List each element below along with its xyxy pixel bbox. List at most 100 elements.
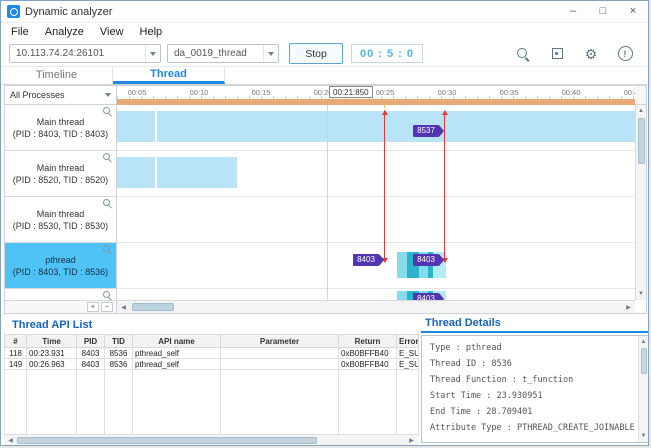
thread-row-label-8520[interactable]: Main thread (PID : 8520, TID : 8520) — [5, 151, 117, 197]
thread-details-content: Type : pthread Thread ID : 8536 Thread F… — [422, 336, 638, 442]
api-table: # Time PID TID API name Parameter Return… — [4, 334, 419, 436]
row-zoom-icon[interactable] — [103, 199, 113, 209]
app-icon — [7, 5, 20, 18]
thread-name: Main thread — [37, 208, 85, 220]
details-vertical-scrollbar[interactable]: ▲ ▼ — [638, 336, 648, 442]
table-row[interactable]: 118 00:23.931 8403 8536 pthread_self 0xB… — [5, 348, 419, 359]
cell-pid: 8403 — [77, 359, 105, 370]
marker-flag-8403-create[interactable]: 8403 — [353, 254, 379, 266]
col-pid[interactable]: PID — [77, 335, 105, 348]
scroll-down-icon[interactable]: ▼ — [636, 288, 646, 300]
thread-row-label-8403[interactable]: Main thread (PID : 8403, TID : 8403) — [5, 105, 117, 151]
thread-name: Main thread — [37, 116, 85, 128]
cell-api-name: pthread_self — [133, 348, 221, 359]
thread-activity-bar-8403[interactable] — [117, 111, 635, 142]
activity-gap — [155, 157, 157, 188]
scroll-left-icon[interactable]: ◀ — [117, 301, 130, 313]
cell-api-name: pthread_self — [133, 359, 221, 370]
zoom-out-button[interactable]: − — [101, 302, 113, 312]
minimize-button[interactable]: – — [558, 1, 588, 22]
marker-flag-8403-partial[interactable]: 8403 — [413, 293, 439, 300]
app-select[interactable]: da_0019_thread — [167, 44, 279, 63]
thread-label-column: Main thread (PID : 8403, TID : 8403) Mai… — [5, 105, 117, 300]
thread-ids: (PID : 8520, TID : 8520) — [13, 174, 108, 186]
zoom-in-button[interactable]: + — [87, 302, 99, 312]
ruler-label: 00:35 — [500, 88, 519, 97]
maximize-button[interactable]: □ — [588, 1, 618, 22]
tab-timeline[interactable]: Timeline — [1, 67, 113, 84]
scroll-up-icon[interactable]: ▲ — [636, 105, 646, 117]
process-filter-value: All Processes — [10, 90, 65, 100]
vertical-scroll-thumb[interactable] — [641, 348, 647, 374]
col-parameter[interactable]: Parameter — [221, 335, 339, 348]
current-time-marker[interactable]: 00:21:850 — [329, 86, 373, 98]
about-icon[interactable]: ! — [616, 45, 634, 63]
view-tabs: Timeline Thread — [1, 67, 648, 85]
thread-details-panel: Thread Details Type : pthread Thread ID … — [421, 317, 649, 445]
device-select[interactable]: 10.113.74.24:26101 — [9, 44, 161, 63]
thread-row-label-8536[interactable]: pthread (PID : 8403, TID : 8536) — [5, 243, 117, 289]
col-tid[interactable]: TID — [105, 335, 133, 348]
ruler-label: 00:30 — [438, 88, 457, 97]
thread-row-label-8530[interactable]: Main thread (PID : 8530, TID : 8530) — [5, 197, 117, 243]
timeline-panel: All Processes 00:05 00:10 00:15 00:20 00… — [4, 85, 647, 314]
col-num[interactable]: # — [5, 335, 27, 348]
row-zoom-icon[interactable] — [103, 245, 113, 255]
timeline-chart[interactable]: 8537 8403 8403 8403 — [117, 105, 635, 300]
close-button[interactable]: × — [618, 1, 648, 22]
scroll-left-icon[interactable]: ◀ — [4, 435, 17, 445]
col-error[interactable]: Error — [397, 335, 419, 348]
menu-view[interactable]: View — [92, 26, 132, 38]
horizontal-scroll-thumb[interactable] — [17, 437, 317, 444]
menu-help[interactable]: Help — [132, 26, 171, 38]
thread-ids: (PID : 8530, TID : 8530) — [13, 220, 108, 232]
cell-tid: 8536 — [105, 359, 133, 370]
tab-thread[interactable]: Thread — [113, 67, 225, 84]
row-zoom-icon[interactable] — [103, 291, 113, 300]
thread-activity-bar-8520[interactable] — [117, 157, 237, 188]
timeline-horizontal-scrollbar[interactable]: ◀ ▶ — [117, 300, 635, 313]
cell-tid: 8536 — [105, 348, 133, 359]
thread-create-connector — [384, 111, 385, 262]
marker-flag-8537[interactable]: 8537 — [413, 125, 439, 137]
scroll-up-icon[interactable]: ▲ — [639, 336, 648, 348]
cell-pid: 8403 — [77, 348, 105, 359]
scroll-down-icon[interactable]: ▼ — [639, 430, 648, 442]
cell-num: 118 — [5, 348, 27, 359]
settings-gear-icon[interactable]: ⚙ — [582, 45, 600, 63]
col-return[interactable]: Return — [339, 335, 397, 348]
search-icon[interactable] — [514, 45, 532, 63]
thread-row-label-8537[interactable]: pthread (PID : 8403, TID : 8537) — [5, 289, 117, 300]
api-list-horizontal-scrollbar[interactable]: ◀ ▶ — [4, 434, 418, 445]
row-zoom-icon[interactable] — [103, 153, 113, 163]
ruler-label: 00:15 — [252, 88, 271, 97]
thread-details-box: Type : pthread Thread ID : 8536 Thread F… — [421, 335, 649, 443]
capture-icon[interactable] — [548, 45, 566, 63]
menu-analyze[interactable]: Analyze — [37, 26, 92, 38]
about-glyph: ! — [618, 46, 633, 61]
row-zoom-icon[interactable] — [103, 107, 113, 117]
table-row[interactable]: 149 00:26.963 8403 8536 pthread_self 0xB… — [5, 359, 419, 370]
ruler-label: 00:25 — [376, 88, 395, 97]
vertical-scroll-thumb[interactable] — [638, 118, 645, 164]
marker-flag-8403-join[interactable]: 8403 — [413, 254, 439, 266]
scroll-right-icon[interactable]: ▶ — [622, 301, 635, 313]
timeline-vertical-scrollbar[interactable]: ▲ ▼ — [635, 105, 646, 300]
timeline-zoom-controls: + − — [5, 300, 117, 313]
menu-file[interactable]: File — [3, 26, 37, 38]
col-api-name[interactable]: API name — [133, 335, 221, 348]
thread-ids: (PID : 8403, TID : 8536) — [13, 266, 108, 278]
detail-thread-id: Thread ID : 8536 — [430, 356, 638, 372]
horizontal-scroll-thumb[interactable] — [132, 303, 174, 311]
scroll-right-icon[interactable]: ▶ — [405, 435, 418, 445]
detail-type: Type : pthread — [430, 340, 638, 356]
menubar: File Analyze View Help — [1, 23, 648, 41]
col-time[interactable]: Time — [27, 335, 77, 348]
cell-error: E_SUC — [397, 359, 419, 370]
empty-row — [5, 381, 419, 392]
thread-details-title: Thread Details — [421, 317, 649, 333]
stop-button[interactable]: Stop — [289, 43, 343, 64]
app-select-value: da_0019_thread — [168, 48, 253, 59]
process-filter-select[interactable]: All Processes — [5, 86, 117, 105]
ruler-label: 00:05 — [128, 88, 147, 97]
